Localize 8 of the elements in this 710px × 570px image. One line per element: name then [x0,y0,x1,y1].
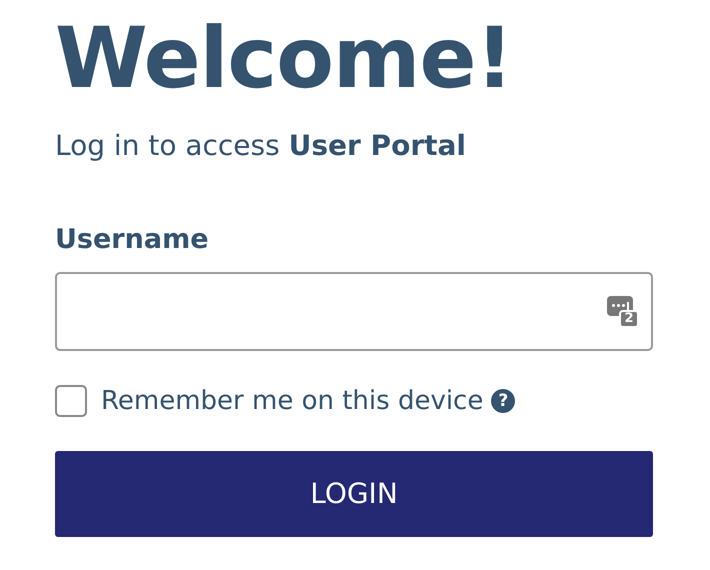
subtitle: Log in to access User Portal [55,128,468,164]
remember-label: Remember me on this device [101,385,484,417]
remember-checkbox[interactable] [55,385,87,417]
welcome-heading: Welcome! [55,8,514,108]
login-button[interactable]: LOGIN [55,451,653,537]
help-icon[interactable]: ? [491,389,516,413]
username-label: Username [55,223,210,257]
username-field[interactable]: 2 [55,272,653,351]
